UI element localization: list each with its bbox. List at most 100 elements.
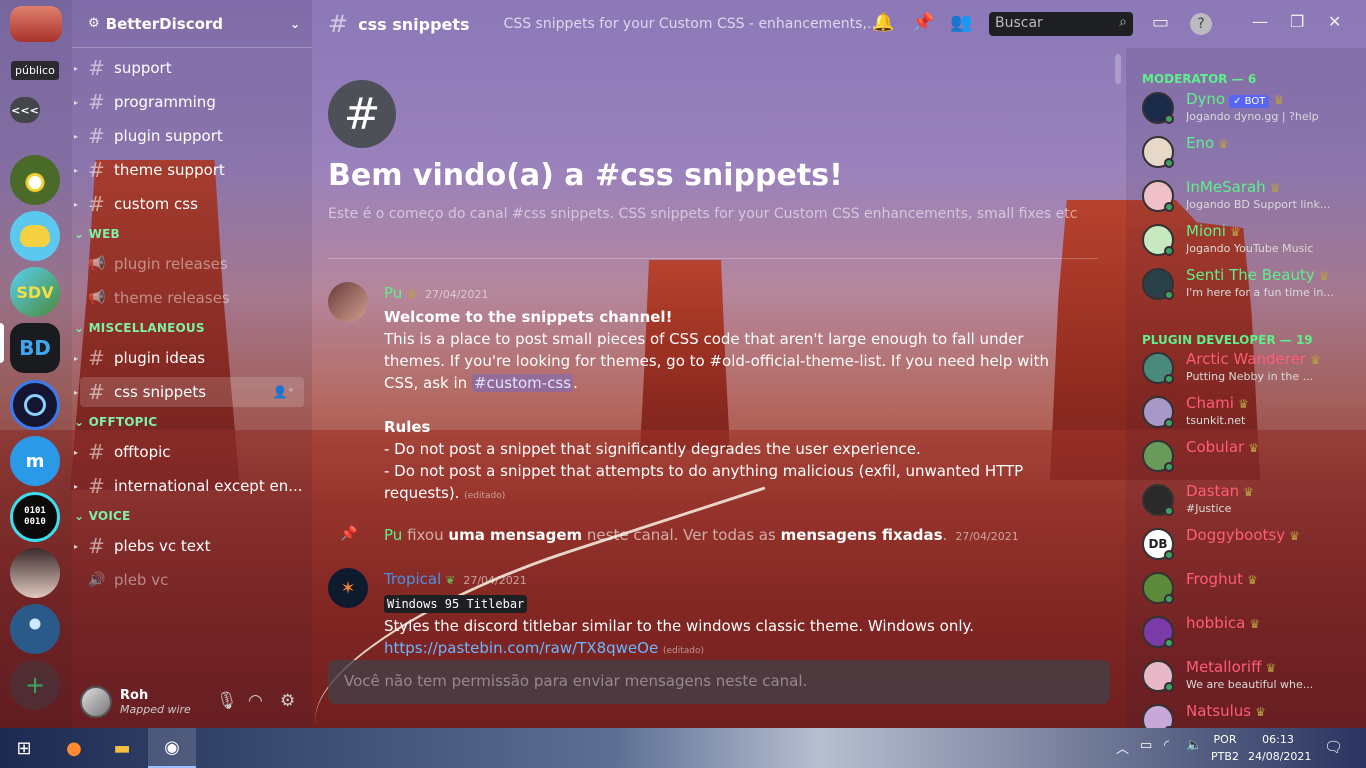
unread-dot: ▸ [74,131,79,141]
headphones-icon[interactable]: ◠ [248,691,263,711]
member-item[interactable]: Senti The Beauty ♛ I'm here for a fun time… [1142,264,1362,306]
message-input[interactable]: Você não tem permissão para enviar mensa… [328,660,1110,704]
member-item[interactable]: Dastan ♛ #Justice [1142,480,1362,522]
server-m[interactable]: m [10,436,60,486]
channel-plugin-ideas[interactable]: ▸ # plugin ideas [74,343,304,373]
category-web[interactable]: ⌄ WEB [74,227,120,241]
channel-support[interactable]: ▸ # support [74,53,304,83]
language-indicator[interactable]: POR PTB2 [1208,731,1242,765]
channel-programming[interactable]: ▸ # programming [74,87,304,117]
windows-start-icon[interactable]: ⊞ [0,728,48,768]
chevron-up-icon[interactable]: ︿ [1116,738,1129,757]
member-item[interactable]: Mioni ♛ Jogando YouTube Music [1142,220,1362,262]
channel-offtopic[interactable]: ▸ # offtopic [74,437,304,467]
channel-topic[interactable]: CSS snippets for your Custom CSS - enhan… [504,16,884,32]
microphone-icon[interactable]: 🎙 [216,691,238,711]
member-item[interactable]: Arctic Wanderer ♛ Putting Nebby in the ... [1142,348,1362,390]
avatar[interactable] [80,686,112,718]
guild-header[interactable]: ⚙ BetterDiscord ⌄ [72,0,312,48]
add-user-icon[interactable]: 👤⁺ [273,385,294,399]
category-miscellaneous[interactable]: ⌄ MISCELLANEOUS [74,321,205,335]
taskbar-clock[interactable]: 06:13 24/08/2021 [1248,731,1311,765]
hash-icon: # [328,10,349,38]
pinned-messages-link[interactable]: mensagens fixadas [781,526,943,544]
bell-icon[interactable]: 🔔 [872,12,894,33]
close-icon[interactable]: ✕ [1328,12,1341,31]
firefox-icon[interactable]: ● [50,728,98,768]
server-flower[interactable] [10,155,60,205]
server-sdv[interactable]: SDV [10,267,60,317]
member-item[interactable]: InMeSarah ♛ Jogando BD Support link... [1142,176,1362,218]
member-item[interactable]: Dyno ✓ BOT ♛ Jogando dyno.gg | ?help [1142,88,1362,130]
channel-theme-support[interactable]: ▸ # theme support [74,155,304,185]
channel-pleb-vc[interactable]: 🔊 pleb vc [80,565,304,595]
file-explorer-icon[interactable]: ▬ [98,728,146,768]
pinned-message-link[interactable]: uma mensagem [448,526,582,544]
category-offtopic[interactable]: ⌄ OFFTOPIC [74,415,157,429]
members-icon[interactable]: 👥 [950,12,972,33]
search-input[interactable]: Buscar ⌕ [989,12,1133,36]
crown-icon: ♛ [1229,225,1241,239]
wifi-icon[interactable]: ◜ [1164,738,1169,753]
unread-dot: ▸ [74,481,79,491]
rule-item: - Do not post a snippet that significant… [384,440,921,458]
volume-icon[interactable]: 🔈 [1186,738,1202,753]
server-blob[interactable] [10,211,60,261]
pastebin-link[interactable]: https://pastebin.com/raw/TX8qweOe [384,639,658,657]
hash-icon: # [88,90,105,114]
help-icon[interactable]: ? [1190,13,1212,35]
settings-gear-icon[interactable]: ⚙ [280,691,295,711]
chat-scrollbar[interactable] [1115,54,1121,84]
welcome-title: Bem vindo(a) a #css snippets! [328,158,843,193]
pin-author[interactable]: Pu [384,526,402,544]
member-item[interactable]: Metalloriff ♛ We are beautiful whe... [1142,656,1362,698]
crown-icon: ♛ [1248,441,1259,455]
status-dot [1164,594,1174,604]
avatar[interactable]: ✶ [328,568,368,608]
pin-icon[interactable]: 📌 [912,12,934,33]
channel-css-snippets[interactable]: ▸ # css snippets 👤⁺ [74,377,304,407]
channel-mention[interactable]: #custom-css [471,374,574,392]
search-icon: ⌕ [1119,14,1127,30]
battery-icon[interactable]: ▭ [1140,738,1152,753]
hash-icon: # [88,158,105,182]
channel-plugin-support[interactable]: ▸ # plugin support [74,121,304,151]
message-author[interactable]: Tropical [384,570,441,588]
member-item[interactable]: Chami ♛ tsunkit.net [1142,392,1362,434]
unread-dot: ▸ [74,541,79,551]
chat-area: # Bem vindo(a) a #css snippets! Este é o… [312,48,1124,728]
home-server[interactable] [10,6,62,42]
channel-theme-releases[interactable]: 📢 theme releases [80,283,304,313]
channel-custom-css[interactable]: ▸ # custom css [74,189,304,219]
channel-international-except-en[interactable]: ▸ # international except en... [74,471,304,501]
maximize-icon[interactable]: ❐ [1290,12,1304,31]
channel-label: pleb vc [114,571,169,589]
minimize-icon[interactable]: — [1252,12,1268,31]
member-item[interactable]: Froghut ♛ [1142,568,1362,610]
role-header-moderator: MODERATOR — 6 [1142,72,1257,86]
server-circle[interactable] [10,380,60,430]
member-item[interactable]: Cobular ♛ [1142,436,1362,478]
member-item[interactable]: hobbica ♛ [1142,612,1362,654]
inbox-icon[interactable]: ▭ [1152,12,1169,33]
collapse-button[interactable]: <<< [10,97,40,123]
discord-icon[interactable]: ◉ [148,728,196,768]
server-blue[interactable] [10,604,60,654]
channel-title: css snippets [358,14,470,34]
add-server-button[interactable]: + [10,660,60,710]
crown-icon: ♛ [1237,397,1249,411]
server-binary[interactable]: 0101 0010 [10,492,60,542]
server-betterdiscord[interactable]: BD [10,323,60,373]
channel-plugin-releases[interactable]: 📢 plugin releases [80,249,304,279]
member-name: Natsulus [1186,702,1252,720]
message-author[interactable]: Pu [384,284,402,302]
server-anime[interactable] [10,548,60,598]
category-voice[interactable]: ⌄ VOICE [74,509,130,523]
chevron-down-icon: ⌄ [74,227,89,241]
channel-plebs-vc-text[interactable]: ▸ # plebs vc text [74,531,304,561]
member-item[interactable]: DB Doggybootsy ♛ [1142,524,1362,566]
notifications-icon[interactable]: 🗨 [1324,738,1343,756]
avatar[interactable] [328,282,368,322]
member-item[interactable]: Eno ♛ [1142,132,1362,174]
megaphone-icon: 📢 [88,256,106,272]
